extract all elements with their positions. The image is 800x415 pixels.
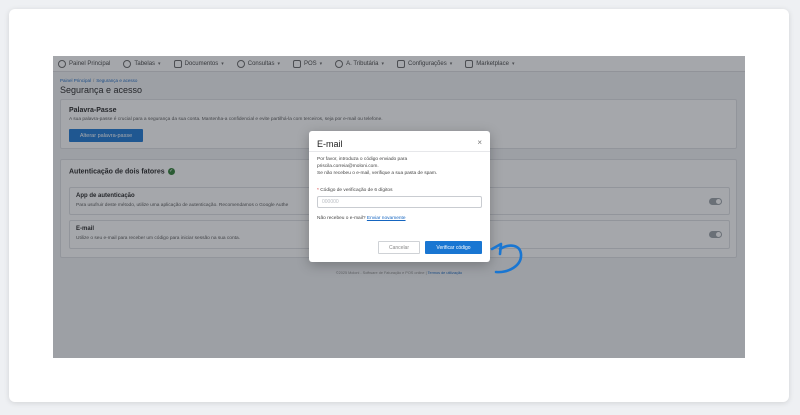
modal-email: priscila.correia@moloni.com. [317, 164, 379, 169]
resend-prompt: Não recebeu o e-mail? [317, 216, 366, 221]
required-mark: * [317, 188, 319, 193]
resend-row: Não recebeu o e-mail? Enviar novamente [317, 216, 406, 221]
resend-link[interactable]: Enviar novamente [367, 216, 406, 221]
close-icon[interactable]: × [477, 138, 482, 147]
cancel-button[interactable]: Cancelar [378, 241, 420, 254]
modal-instruction: Por favor, introduza o código enviado pa… [317, 157, 408, 162]
modal-spam-hint: Se não recebeu o e-mail, verifique a sua… [317, 171, 438, 176]
code-field-label: * Código de verificação de 6 dígitos [317, 188, 392, 193]
modal-title: E-mail [317, 139, 343, 149]
email-verification-modal: E-mail × Por favor, introduza o código e… [309, 131, 490, 262]
verification-code-input[interactable] [317, 196, 482, 208]
code-field-label-text: Código de verificação de 6 dígitos [320, 188, 393, 193]
modal-divider [309, 151, 490, 152]
verify-code-button[interactable]: Verificar código [425, 241, 482, 254]
curved-arrow-icon [490, 242, 523, 274]
